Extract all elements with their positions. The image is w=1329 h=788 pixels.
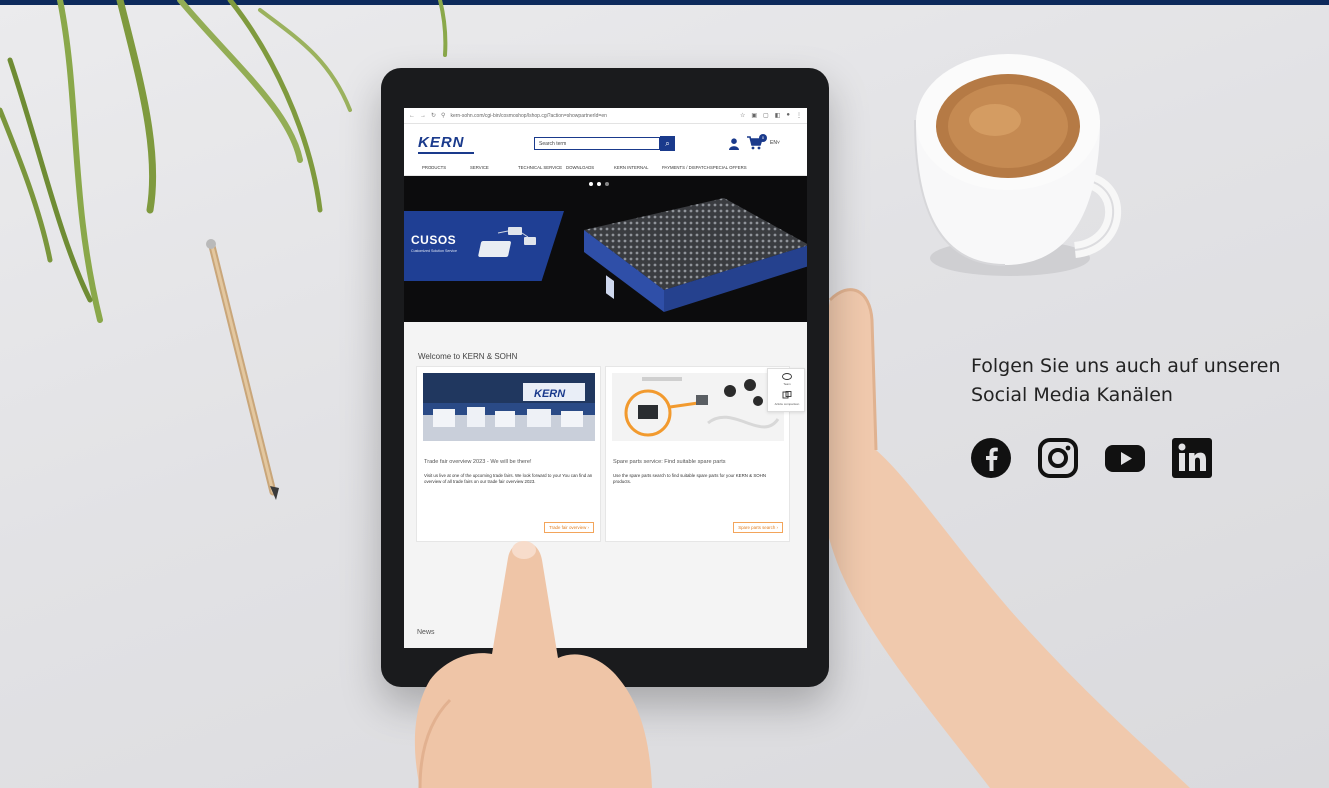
card-text: Use the spare parts search to find suita… (613, 473, 767, 484)
carousel-dot[interactable] (589, 182, 593, 186)
chevron-right-icon: › (776, 525, 778, 530)
nav-item-products[interactable]: Products (422, 165, 470, 170)
weighing-platform-image (584, 198, 807, 312)
search-button[interactable]: ⌕ (660, 136, 675, 151)
nav-item-special-offers[interactable]: Special Offers (710, 165, 758, 170)
card-text: Visit us live at one of the upcoming tra… (424, 473, 593, 484)
chat-icon[interactable] (782, 373, 792, 381)
facebook-icon[interactable] (970, 437, 1012, 479)
youtube-icon[interactable] (1104, 437, 1146, 479)
social-media-text: Folgen Sie uns auch auf unseren Social M… (971, 352, 1329, 410)
hero-subtitle: Customized Solution Service (411, 249, 457, 253)
lock-icon: ⚲ (441, 113, 446, 119)
carousel-dot[interactable] (605, 182, 609, 186)
forward-icon[interactable]: → (420, 113, 426, 119)
scale-devices-image (478, 227, 536, 257)
back-icon[interactable]: ← (409, 113, 415, 119)
language-label: EN (770, 140, 777, 146)
nav-item-downloads[interactable]: Downloads (566, 165, 614, 170)
chevron-down-icon: ˅ (776, 140, 780, 146)
button-label: Spare parts search (738, 525, 776, 530)
compare-icon[interactable] (782, 391, 792, 399)
carousel-dots (589, 182, 609, 186)
spare-parts-search-button[interactable]: Spare parts search › (733, 522, 783, 533)
search-input[interactable]: Search term (534, 137, 660, 150)
trade-fair-card: KERN Trade fair overview 2023 - We will … (416, 366, 601, 542)
reload-icon[interactable]: ↻ (431, 112, 436, 119)
widget-label-compare: Article comparison (774, 402, 800, 406)
sidebar-icon[interactable]: ◧ (775, 112, 781, 119)
profile-icon[interactable]: ● (786, 112, 790, 119)
hero-title: CUSOS (411, 233, 457, 247)
spare-parts-card: Spare parts service: Find suitable spare… (605, 366, 790, 542)
search-icon: ⌕ (665, 139, 670, 148)
social-icons-row (970, 437, 1213, 479)
cusos-panel: CUSOS Customized Solution Service (404, 211, 564, 281)
social-line-1: Folgen Sie uns auch auf unseren (971, 355, 1281, 377)
main-navigation: Products Service Technical Service Downl… (404, 158, 807, 176)
card-title[interactable]: Spare parts service: Find suitable spare… (613, 459, 726, 465)
nav-item-kern-internal[interactable]: KERN Internal (614, 165, 662, 170)
widget-label-team: Team (783, 382, 791, 386)
pencil-illustration (206, 239, 279, 500)
floating-side-widget: Team Article comparison (767, 368, 805, 412)
browser-menu-icon[interactable]: ⋮ (796, 112, 802, 119)
instagram-icon[interactable] (1037, 437, 1079, 479)
card-title[interactable]: Trade fair overview 2023 - We will be th… (424, 459, 532, 465)
language-selector[interactable]: EN˅ (770, 140, 780, 146)
social-line-2: Social Media Kanälen (971, 384, 1173, 406)
nav-item-technical-service[interactable]: Technical Service (518, 165, 566, 170)
carousel-dot[interactable] (597, 182, 601, 186)
hero-banner[interactable]: CUSOS Customized Solution Service (404, 176, 807, 322)
spare-parts-image (612, 373, 784, 441)
trade-fair-booth-image: KERN (423, 373, 595, 441)
cart-count-badge: 0 (759, 134, 767, 142)
extension-icon[interactable]: ▣ (751, 112, 757, 119)
shop-header: KERN Search term ⌕ 0 EN˅ Products Servic… (404, 124, 807, 176)
tab-icon[interactable]: ▢ (763, 112, 769, 119)
kern-logo[interactable]: KERN (418, 134, 465, 151)
bookmark-star-icon[interactable]: ☆ (740, 112, 745, 119)
svg-text:KERN: KERN (534, 388, 566, 400)
nav-item-service[interactable]: Service (470, 165, 518, 170)
address-bar[interactable]: kern-sohn.com/cgi-bin/cosmoshop/lshop.cg… (450, 113, 735, 119)
welcome-heading: Welcome to KERN & SOHN (418, 352, 518, 361)
left-hand-pointing-illustration (414, 541, 652, 788)
nav-item-payments-dispatch[interactable]: Payments / Dispatch (662, 165, 710, 170)
linkedin-icon[interactable] (1171, 437, 1213, 479)
logo-underline (418, 152, 474, 154)
coffee-cup-illustration (914, 54, 1122, 276)
browser-toolbar: ← → ↻ ⚲ kern-sohn.com/cgi-bin/cosmoshop/… (404, 108, 807, 124)
user-account-icon[interactable] (729, 138, 739, 150)
